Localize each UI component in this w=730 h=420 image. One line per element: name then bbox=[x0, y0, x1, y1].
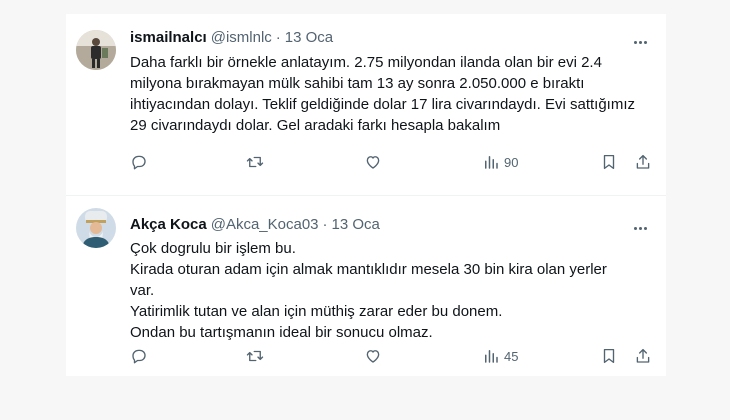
tweet-header: Akça Koca @Akca_Koca03 · 13 Oca bbox=[130, 216, 380, 236]
like-button[interactable] bbox=[364, 152, 382, 172]
tweet[interactable]: Akça Koca @Akca_Koca03 · 13 Oca Çok dogr… bbox=[66, 196, 666, 376]
tweet-date[interactable]: 13 Oca bbox=[332, 216, 380, 233]
separator: · bbox=[322, 216, 328, 233]
bookmark-button[interactable] bbox=[600, 346, 618, 366]
reply-icon bbox=[132, 349, 146, 364]
views-button[interactable]: 90 bbox=[482, 152, 518, 172]
like-button[interactable] bbox=[364, 346, 382, 366]
tweet-text: Çok dogrulu bir işlem bu. Kirada oturan … bbox=[130, 238, 650, 343]
action-bar: 45 bbox=[128, 346, 658, 366]
tweet-text-line: milyona bırakmayan mülk sahibi tam 13 ay… bbox=[130, 75, 585, 92]
tweet-header: ismailnalcı @ismlnlc · 13 Oca bbox=[130, 29, 333, 49]
tweet-text-line: var. bbox=[130, 282, 155, 299]
bookmark-icon bbox=[603, 348, 615, 364]
tweet-date[interactable]: 13 Oca bbox=[285, 29, 333, 46]
tweet-thread: ismailnalcı @ismlnlc · 13 Oca Daha farkl… bbox=[66, 14, 666, 376]
reply-button[interactable] bbox=[130, 346, 148, 366]
views-button[interactable]: 45 bbox=[482, 346, 518, 366]
tweet[interactable]: ismailnalcı @ismlnlc · 13 Oca Daha farkl… bbox=[66, 14, 666, 196]
views-icon bbox=[485, 156, 498, 169]
bookmark-icon bbox=[603, 154, 615, 170]
share-icon bbox=[636, 348, 650, 363]
share-button[interactable] bbox=[634, 152, 652, 172]
display-name[interactable]: Akça Koca bbox=[130, 216, 207, 233]
tweet-text-line: Daha farklı bir örnekle anlatayım. 2.75 … bbox=[130, 54, 602, 71]
like-icon bbox=[366, 156, 380, 169]
share-icon bbox=[636, 154, 650, 169]
user-handle[interactable]: @Akca_Koca03 bbox=[211, 216, 319, 233]
retweet-icon bbox=[246, 156, 264, 168]
tweet-text-line: Ondan bu tartışmanın ideal bir sonucu ol… bbox=[130, 324, 433, 341]
share-button[interactable] bbox=[634, 346, 652, 366]
tweet-text: Daha farklı bir örnekle anlatayım. 2.75 … bbox=[130, 52, 650, 136]
separator: · bbox=[275, 29, 281, 46]
tweet-text-line: Kirada oturan adam için almak mantıklıdı… bbox=[130, 261, 607, 278]
action-bar: 90 bbox=[128, 152, 658, 172]
avatar[interactable] bbox=[76, 208, 116, 248]
retweet-icon bbox=[246, 350, 264, 362]
retweet-button[interactable] bbox=[246, 346, 264, 366]
retweet-button[interactable] bbox=[246, 152, 264, 172]
reply-icon bbox=[132, 155, 146, 170]
tweet-text-line: Yatirimlik tutan ve alan için müthiş zar… bbox=[130, 303, 503, 320]
tweet-text-line: ihtiyacından dolayı. Teklif geldiğinde d… bbox=[130, 96, 635, 113]
avatar[interactable] bbox=[76, 30, 116, 70]
views-icon bbox=[485, 350, 498, 363]
user-handle[interactable]: @ismlnlc bbox=[211, 29, 272, 46]
more-icon[interactable] bbox=[630, 220, 650, 236]
bookmark-button[interactable] bbox=[600, 152, 618, 172]
views-count: 45 bbox=[504, 348, 519, 364]
views-count: 90 bbox=[504, 154, 519, 170]
tweet-text-line: 29 civarındaydı dolar. Gel aradaki farkı… bbox=[130, 117, 501, 134]
like-icon bbox=[366, 350, 380, 363]
more-icon[interactable] bbox=[630, 34, 650, 50]
display-name[interactable]: ismailnalcı bbox=[130, 29, 207, 46]
reply-button[interactable] bbox=[130, 152, 148, 172]
tweet-text-line: Çok dogrulu bir işlem bu. bbox=[130, 240, 296, 257]
